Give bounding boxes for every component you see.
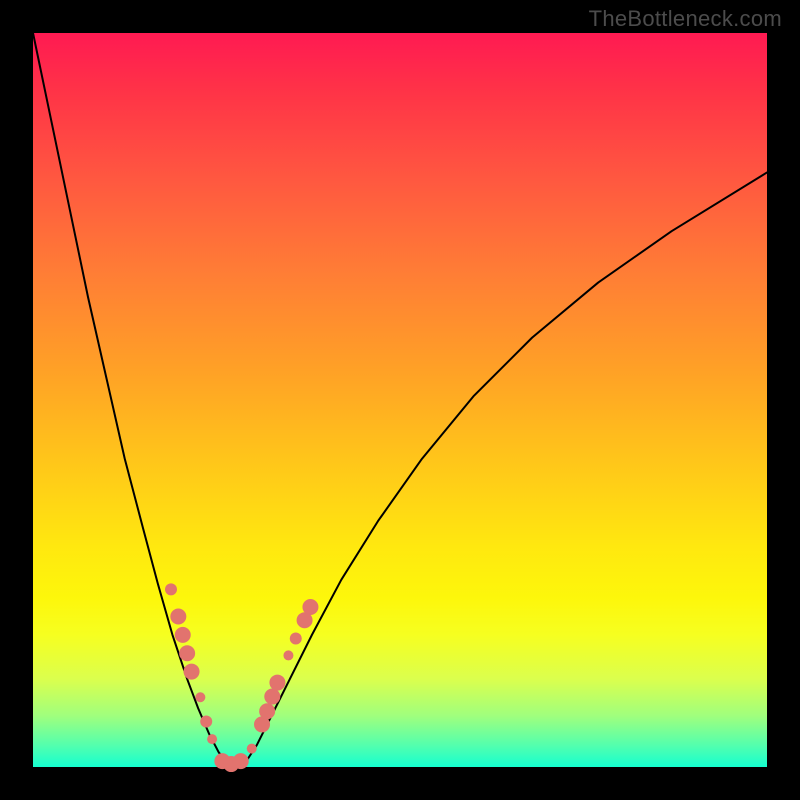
- chart-overlay: [33, 33, 767, 767]
- data-point: [264, 689, 280, 705]
- data-point: [200, 715, 212, 727]
- marker-layer: [165, 583, 318, 772]
- data-point: [302, 599, 318, 615]
- data-point: [179, 645, 195, 661]
- data-point: [175, 627, 191, 643]
- data-point: [195, 692, 205, 702]
- data-point: [269, 675, 285, 691]
- data-point: [165, 583, 177, 595]
- data-point: [259, 703, 275, 719]
- data-point: [233, 753, 249, 769]
- data-point: [207, 734, 217, 744]
- data-point: [290, 633, 302, 645]
- watermark-text: TheBottleneck.com: [589, 6, 782, 32]
- chart-frame: TheBottleneck.com: [0, 0, 800, 800]
- data-point: [247, 744, 257, 754]
- curve-layer: [33, 33, 767, 767]
- data-point: [184, 664, 200, 680]
- series-bottleneck-curve: [33, 33, 767, 767]
- data-point: [170, 609, 186, 625]
- data-point: [283, 650, 293, 660]
